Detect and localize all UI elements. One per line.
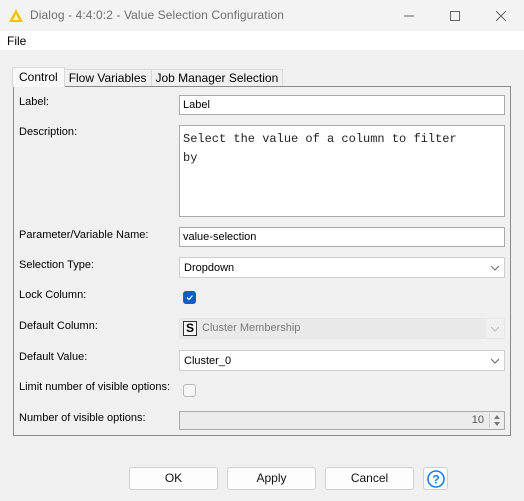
menu-bar: File [0, 31, 524, 50]
label-label: Label: [19, 96, 49, 108]
menu-file[interactable]: File [7, 34, 26, 48]
selection-type-select[interactable]: Dropdown [179, 257, 505, 278]
checkmark-icon [186, 295, 193, 301]
window-title: Dialog - 4:4:0:2 - Value Selection Confi… [30, 8, 285, 22]
svg-text:?: ? [432, 472, 439, 486]
selection-type-label: Selection Type: [19, 259, 95, 271]
close-button[interactable] [478, 0, 524, 31]
cancel-button[interactable]: Cancel [325, 467, 414, 490]
visible-options-label: Number of visible options: [19, 412, 146, 424]
control-panel: Label: Label Description: Select the val… [13, 86, 511, 436]
default-value-select[interactable]: Cluster_0 [179, 350, 505, 371]
chevron-down-icon [491, 358, 499, 364]
description-textarea[interactable]: Select the value of a column to filter b… [179, 125, 505, 217]
lock-column-checkbox[interactable] [183, 291, 196, 304]
chevron-down-icon [491, 326, 499, 332]
label-input[interactable]: Label [179, 95, 505, 115]
help-circle-icon: ? [426, 469, 445, 488]
spinner-buttons [489, 413, 503, 428]
limit-visible-checkbox[interactable] [183, 384, 196, 397]
close-icon [496, 10, 506, 21]
tab-control[interactable]: Control [12, 67, 65, 87]
tab-flow-variables[interactable]: Flow Variables [63, 69, 152, 86]
lock-column-label: Lock Column: [19, 289, 87, 301]
minimize-button[interactable] [386, 0, 432, 31]
default-column-select: S Cluster Membership [179, 318, 505, 339]
help-button[interactable]: ? [423, 467, 448, 490]
minimize-icon [404, 15, 414, 16]
title-bar: Dialog - 4:4:0:2 - Value Selection Confi… [0, 0, 524, 31]
maximize-button[interactable] [432, 0, 478, 31]
visible-options-spinner: 10 [179, 411, 505, 430]
spin-up-icon [494, 415, 500, 419]
description-label: Description: [19, 126, 78, 138]
default-column-label: Default Column: [19, 320, 98, 332]
parameter-name-label: Parameter/Variable Name: [19, 229, 149, 241]
apply-button[interactable]: Apply [227, 467, 316, 490]
ok-button[interactable]: OK [129, 467, 218, 490]
default-value-value: Cluster_0 [184, 355, 232, 367]
tab-job-manager-selection[interactable]: Job Manager Selection [150, 69, 284, 86]
selection-type-value: Dropdown [184, 262, 235, 274]
string-type-icon: S [183, 321, 197, 336]
parameter-name-input[interactable]: value-selection [179, 227, 505, 247]
spin-down-icon [494, 422, 500, 426]
chevron-down-icon [491, 265, 499, 271]
knime-app-icon [9, 9, 23, 22]
limit-visible-label: Limit number of visible options: [19, 381, 171, 393]
tab-bar: Control Flow Variables Job Manager Selec… [12, 67, 284, 87]
default-value-label: Default Value: [19, 351, 88, 363]
visible-options-value: 10 [471, 414, 484, 426]
maximize-icon [450, 10, 460, 21]
default-column-value: Cluster Membership [202, 322, 301, 334]
